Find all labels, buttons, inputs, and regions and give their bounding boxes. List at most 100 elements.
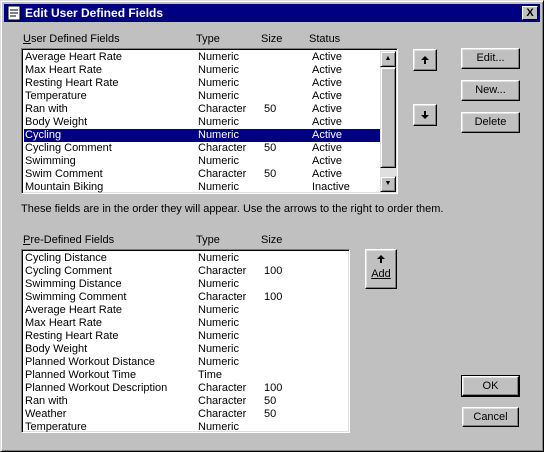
predefined-fields-size-header: Size [261,234,283,246]
list-item-name: Max Heart Rate [25,317,103,329]
list-item-type: Numeric [198,278,239,290]
list-item[interactable]: Resting Heart Rate Numeric [24,330,348,343]
list-item[interactable]: Average Heart Rate Numeric [24,304,348,317]
cancel-button-label: Cancel [473,411,508,423]
list-item-type: Character [198,142,247,154]
list-item-status: Active [312,64,342,76]
list-item-type: Numeric [198,51,239,63]
list-item[interactable]: Planned Workout Distance Numeric [24,356,348,369]
list-item[interactable]: Cycling Numeric Active [24,129,380,142]
list-item[interactable]: Swimming Numeric Active [24,155,380,168]
list-item[interactable]: Cycling Distance Numeric [24,252,348,265]
list-item-name: Mountain Biking [25,181,104,193]
list-item[interactable]: Swimming Comment Character 100 [24,291,348,304]
list-item[interactable]: Weather Character 50 [24,408,348,421]
user-fields-size-header: Size [261,33,283,45]
list-item[interactable]: Cycling Comment Character 100 [24,265,348,278]
list-item-type: Numeric [198,129,239,141]
list-item-size: 50 [264,142,277,154]
list-item[interactable]: Ran with Character 50 [24,395,348,408]
predefined-fields-list[interactable]: Cycling Distance Numeric Cycling Comment Ch… [21,249,350,433]
user-fields-type-header: Type [196,33,220,45]
list-item-type: Character [198,395,247,407]
list-item[interactable]: Planned Workout Description Character 100 [24,382,348,395]
list-item-type: Numeric [198,304,239,316]
app-icon [7,5,21,21]
ok-button[interactable]: OK [461,375,520,397]
up-arrow-icon [377,255,385,263]
list-item-type: Numeric [198,155,239,167]
list-item[interactable]: Swimming Distance Numeric [24,278,348,291]
list-item-status: Inactive [312,181,350,193]
predefined-fields-type-header: Type [196,234,220,246]
scroll-down-icon: ▼ [384,180,392,187]
list-item-status: Active [312,142,342,154]
ok-button-label: OK [482,380,499,392]
list-item-type: Character [198,382,247,394]
list-item-name: Average Heart Rate [25,304,123,316]
list-item-name: Swimming Distance [25,278,122,290]
close-button[interactable]: X [522,6,538,20]
user-fields-scrollbar[interactable]: ▲ ▼ [380,51,396,192]
cancel-button[interactable]: Cancel [462,407,519,427]
list-item-name: Temperature [25,421,87,433]
list-item-size: 50 [264,408,277,420]
edit-button-label: Edit... [476,52,505,64]
list-item-name: Cycling Comment [25,265,112,277]
list-item-name: Ran with [25,103,68,115]
down-arrow-icon [421,111,429,119]
list-item[interactable]: Body Weight Numeric Active [24,116,380,129]
list-item-type: Numeric [198,116,239,128]
list-item[interactable]: Mountain Biking Numeric Inactive [24,181,380,193]
scroll-up-button[interactable]: ▲ [380,51,396,67]
list-item[interactable]: Max Heart Rate Numeric [24,317,348,330]
list-item-status: Active [312,155,342,167]
list-item-type: Numeric [198,421,239,433]
list-item-size: 50 [264,103,277,115]
list-item-name: Body Weight [25,343,88,355]
move-up-button[interactable] [413,49,437,71]
list-item-name: Max Heart Rate [25,64,103,76]
scroll-down-button[interactable]: ▼ [380,176,396,192]
list-item-status: Active [312,51,342,63]
list-item-type: Numeric [198,77,239,89]
list-item[interactable]: Ran with Character 50 Active [24,103,380,116]
user-fields-name-header: User Defined Fields [23,33,120,45]
list-item-size: 100 [264,291,283,303]
list-item[interactable]: Swim Comment Character 50 Active [24,168,380,181]
list-item-status: Active [312,90,342,102]
list-item[interactable]: Body Weight Numeric [24,343,348,356]
edit-button[interactable]: Edit... [461,48,520,69]
list-item[interactable]: Temperature Numeric Active [24,90,380,103]
list-item-status: Active [312,168,342,180]
scroll-thumb[interactable] [380,67,396,168]
list-item-name: Average Heart Rate [25,51,123,63]
user-defined-fields-list[interactable]: ▲ ▼ Average Heart Rate Numeric Active Max H… [21,48,398,194]
list-item-type: Character [198,408,247,420]
list-item[interactable]: Cycling Comment Character 50 Active [24,142,380,155]
new-button-label: New... [475,84,506,96]
edit-user-defined-fields-dialog: Edit User Defined Fields X User Defined … [0,0,544,452]
list-item[interactable]: Max Heart Rate Numeric Active [24,64,380,77]
list-item-name: Swimming Comment [25,291,127,303]
list-item[interactable]: Temperature Numeric [24,421,348,433]
delete-button[interactable]: Delete [461,112,520,133]
list-item[interactable]: Planned Workout Time Time [24,369,348,382]
close-icon: X [526,7,534,19]
list-item[interactable]: Average Heart Rate Numeric Active [24,51,380,64]
list-item[interactable]: Resting Heart Rate Numeric Active [24,77,380,90]
list-item-type: Numeric [198,356,239,368]
list-item-name: Planned Workout Description [25,382,168,394]
list-item-name: Resting Heart Rate [25,330,119,342]
move-down-button[interactable] [413,104,437,126]
list-item-name: Resting Heart Rate [25,77,119,89]
add-button[interactable]: Add [365,249,397,289]
list-item-type: Character [198,291,247,303]
list-item-size: 100 [264,382,283,394]
new-button[interactable]: New... [461,80,520,101]
predefined-fields-name-header-rest: re-Defined Fields [30,234,115,246]
user-fields-name-header-rest: ser Defined Fields [30,33,120,45]
list-item-name: Body Weight [25,116,88,128]
list-item-type: Numeric [198,330,239,342]
list-item-name: Swim Comment [25,168,103,180]
